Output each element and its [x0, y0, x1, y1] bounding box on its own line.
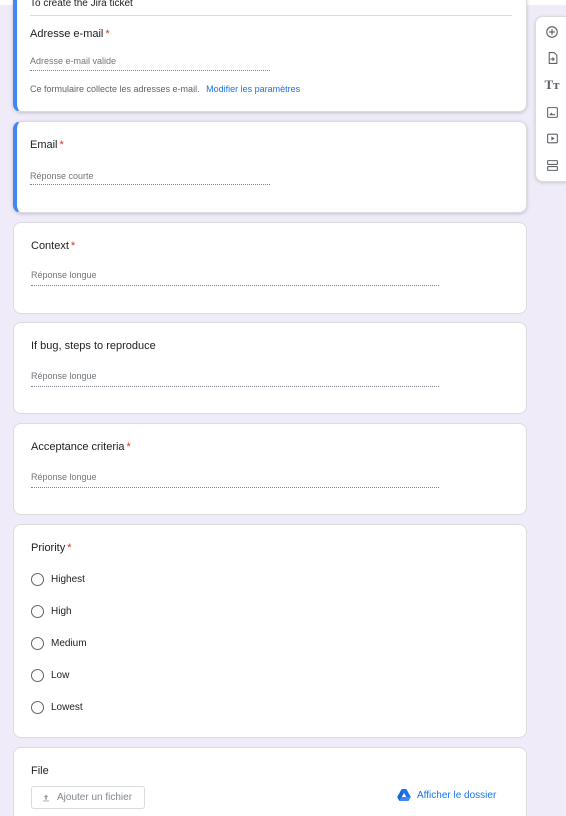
email-collection-placeholder: Adresse e-mail valide [30, 56, 117, 66]
radio-option[interactable]: Medium [31, 635, 87, 651]
add-section-icon [546, 159, 558, 171]
question-card-email[interactable]: Email * Réponse courte [13, 121, 527, 213]
drive-icon [397, 789, 411, 801]
settings-link[interactable]: Modifier les paramètres [206, 84, 300, 94]
question-card-acceptance[interactable]: Acceptance criteria * Réponse longue [13, 423, 527, 515]
radio-option[interactable]: High [31, 603, 72, 619]
answer-underline [31, 285, 439, 286]
import-questions-icon [548, 52, 557, 64]
question-title: Email * [30, 139, 64, 151]
add-title-icon: Tт [544, 77, 560, 92]
long-answer-hint: Réponse longue [31, 371, 97, 381]
add-title-button[interactable]: Tт [543, 76, 561, 94]
question-card-context[interactable]: Context * Réponse longue [13, 222, 527, 314]
upload-icon [43, 794, 49, 801]
radio-circle[interactable] [31, 668, 44, 682]
long-answer-hint: Réponse longue [31, 472, 97, 482]
radio-circle[interactable] [31, 700, 44, 714]
short-answer-hint: Réponse courte [30, 171, 94, 181]
answer-underline [30, 184, 270, 185]
view-folder-button[interactable]: Afficher le dossier [397, 789, 496, 801]
email-collection-notice-row: Ce formulaire collecte les adresses e-ma… [30, 84, 300, 94]
question-card-priority[interactable]: Priority * Highest High Medium Low Lowest [13, 524, 527, 738]
email-collection-card[interactable]: To create the Jira ticket Adresse e-mail… [13, 0, 527, 112]
radio-option[interactable]: Low [31, 667, 69, 683]
add-file-button[interactable]: Ajouter un fichier [31, 786, 145, 809]
add-image-icon [546, 106, 558, 118]
question-title: File [31, 765, 49, 777]
radio-circle[interactable] [31, 604, 44, 618]
question-title: Acceptance criteria * [31, 441, 131, 453]
form-description: To create the Jira ticket [30, 0, 133, 9]
question-title: Context * [31, 240, 76, 252]
email-collection-notice: Ce formulaire collecte les adresses e-ma… [30, 84, 200, 94]
answer-underline [31, 487, 439, 488]
radio-option[interactable]: Lowest [31, 699, 83, 715]
add-question-button[interactable] [543, 23, 561, 41]
radio-circle[interactable] [31, 636, 44, 650]
radio-option[interactable]: Highest [31, 571, 85, 587]
question-title: If bug, steps to reproduce [31, 340, 156, 352]
import-questions-button[interactable] [543, 49, 561, 67]
long-answer-hint: Réponse longue [31, 270, 97, 280]
question-title: Priority * [31, 542, 72, 554]
floating-toolbar: Tт [535, 16, 566, 182]
add-image-button[interactable] [543, 103, 561, 121]
email-collection-underline [30, 70, 270, 71]
description-underline [30, 15, 512, 16]
add-video-icon [546, 133, 558, 143]
email-collection-title: Adresse e-mail * [30, 28, 110, 40]
question-card-steps[interactable]: If bug, steps to reproduce Réponse longu… [13, 322, 527, 414]
add-question-icon [546, 26, 558, 38]
radio-circle[interactable] [31, 572, 44, 586]
question-card-file[interactable]: File Ajouter un fichier Afficher le doss… [13, 747, 527, 816]
add-video-button[interactable] [543, 129, 561, 147]
answer-underline [31, 386, 439, 387]
add-section-button[interactable] [543, 156, 561, 174]
